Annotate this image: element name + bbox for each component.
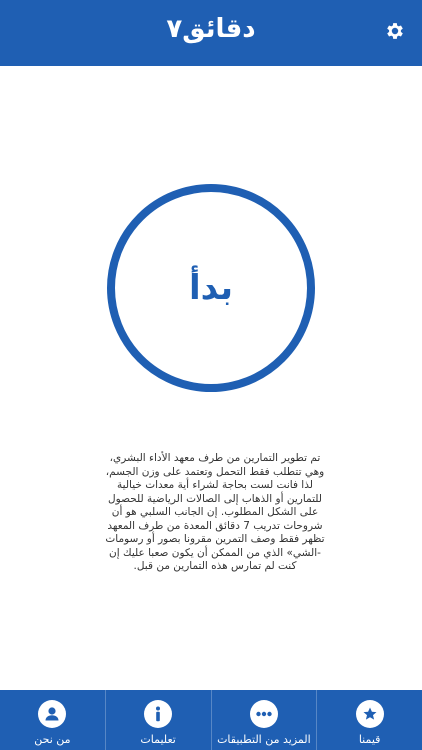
- tab-label: قيمنا: [358, 733, 381, 746]
- app-title: دقائق٧: [166, 14, 256, 44]
- gear-icon[interactable]: [384, 20, 406, 42]
- info-icon: [144, 700, 173, 728]
- user-icon: [38, 700, 67, 728]
- tab-label: تعليمات: [140, 733, 176, 746]
- description-text: تم تطوير التمارين من طرف معهد الأداء الب…: [105, 452, 325, 572]
- tab-rate-us[interactable]: قيمنا: [316, 690, 422, 750]
- bottom-tab-bar: قيمنا المزيد من التطبيقات تعليمات من نحن: [0, 690, 422, 750]
- more-icon: [249, 700, 278, 728]
- tab-instructions[interactable]: تعليمات: [104, 690, 211, 750]
- start-button[interactable]: بدأ: [107, 184, 315, 392]
- star-icon: [355, 700, 384, 728]
- start-label: بدأ: [188, 268, 234, 308]
- tab-label: من نحن: [34, 733, 71, 746]
- tab-label: المزيد من التطبيقات: [217, 733, 311, 746]
- tab-about-us[interactable]: من نحن: [0, 690, 105, 750]
- tab-more-apps[interactable]: المزيد من التطبيقات: [210, 690, 317, 750]
- top-bar: دقائق٧: [0, 0, 422, 66]
